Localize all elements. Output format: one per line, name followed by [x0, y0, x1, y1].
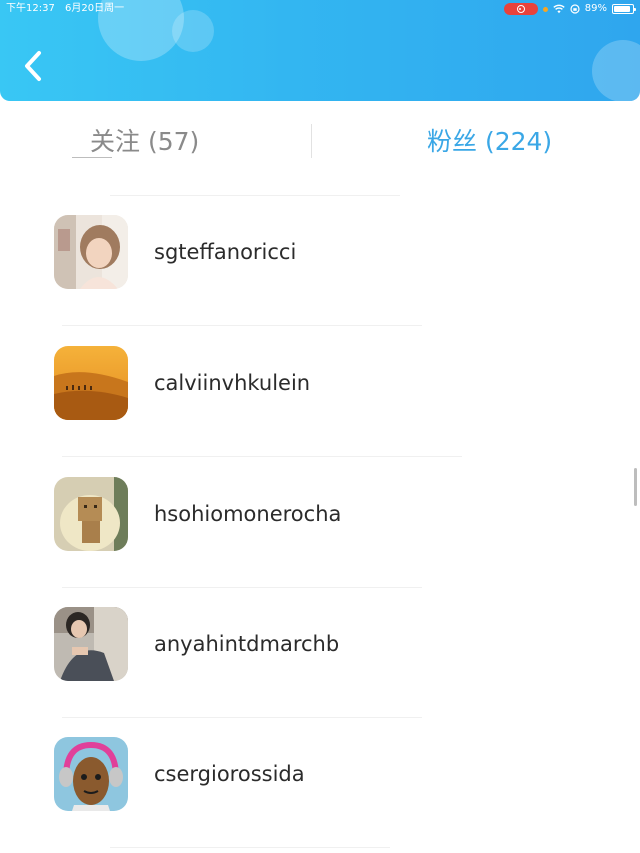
user-avatar — [54, 215, 128, 289]
username: sgteffanoricci — [154, 240, 297, 264]
list-item[interactable]: sgteffanoricci — [0, 195, 640, 325]
screen-recording-indicator[interactable] — [503, 3, 538, 15]
divider — [110, 847, 390, 848]
status-bar: 下午12:37 6月20日周一 89% — [0, 0, 640, 18]
decorative-bubble — [592, 40, 640, 101]
battery-percent: 89% — [584, 3, 607, 14]
tab-indicator — [72, 157, 112, 158]
username: csergiorossida — [154, 762, 305, 786]
tab-followers[interactable]: 粉丝 (224) — [427, 122, 552, 162]
user-avatar — [54, 737, 128, 811]
tab-divider — [311, 124, 312, 158]
back-button[interactable] — [18, 46, 52, 86]
status-date: 6月20日周一 — [65, 3, 125, 14]
user-avatar — [54, 346, 128, 420]
record-icon — [516, 5, 525, 13]
tab-following[interactable]: 关注 (57) — [90, 122, 199, 162]
user-avatar — [54, 477, 128, 551]
username: anyahintdmarchb — [154, 632, 340, 656]
user-avatar — [54, 607, 128, 681]
status-time: 下午12:37 — [6, 3, 55, 14]
list-item[interactable]: calviinvhkulein — [0, 325, 640, 455]
list-item[interactable]: hsohiomonerocha — [0, 456, 640, 586]
battery-icon — [612, 4, 636, 14]
wifi-icon — [553, 4, 565, 14]
chevron-left-icon — [25, 51, 41, 81]
orientation-lock-icon — [570, 4, 580, 14]
scrollbar[interactable] — [634, 468, 637, 506]
list-item[interactable]: csergiorossida — [0, 717, 640, 847]
microphone-indicator-icon — [542, 6, 548, 12]
username: hsohiomonerocha — [154, 502, 342, 526]
follow-tabs: 关注 (57) 粉丝 (224) — [0, 112, 640, 172]
username: calviinvhkulein — [154, 371, 311, 395]
list-item[interactable]: anyahintdmarchb — [0, 587, 640, 717]
header-bar: 下午12:37 6月20日周一 89% — [0, 0, 640, 101]
